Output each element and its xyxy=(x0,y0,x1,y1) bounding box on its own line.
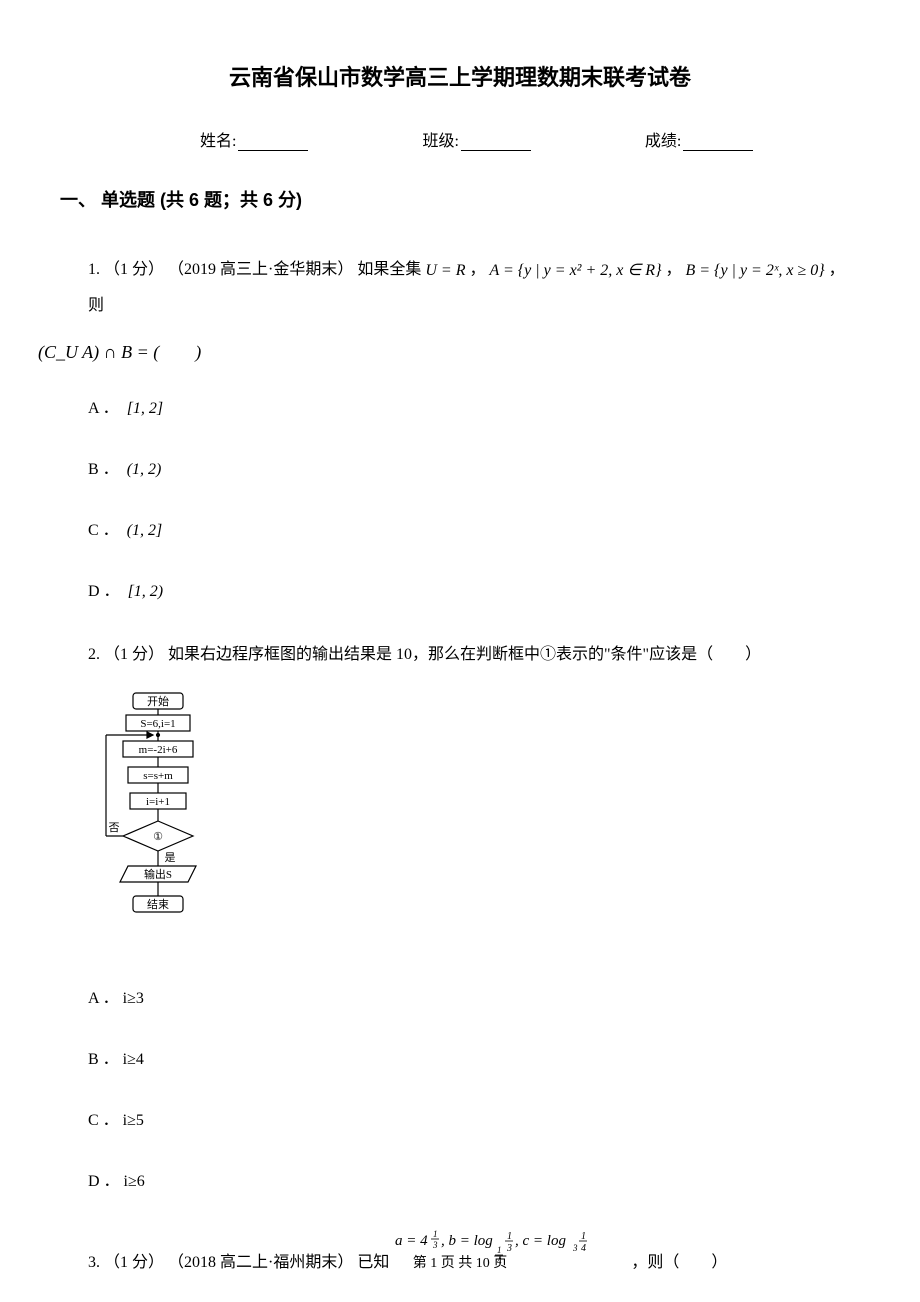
q1-sep2: ， xyxy=(665,261,685,278)
page-title: 云南省保山市数学高三上学期理数期末联考试卷 xyxy=(60,60,860,92)
name-label: 姓名: xyxy=(200,133,236,150)
flow-step2: s=s+m xyxy=(143,770,173,782)
class-blank xyxy=(461,135,531,151)
flow-output: 输出S xyxy=(144,867,172,881)
svg-text:, c = log: , c = log xyxy=(515,1233,566,1249)
svg-text:a = 4: a = 4 xyxy=(395,1233,428,1249)
name-blank xyxy=(238,135,308,151)
score-blank xyxy=(683,135,753,151)
q1-optA-math: [1, 2] xyxy=(127,391,163,426)
q1-prefix: 1. （1 分） （2019 高三上·金华期末） 如果全集 xyxy=(88,261,425,278)
q2-option-a: A ． i≥3 xyxy=(88,981,860,1016)
q1-math-b: B = {y | y = 2ˣ, x ≥ 0} xyxy=(685,253,824,288)
question-1: 1. （1 分） （2019 高三上·金华期末） 如果全集 U = R ， A … xyxy=(60,252,860,609)
flow-end: 结束 xyxy=(147,898,169,911)
score-label: 成绩: xyxy=(645,133,681,150)
q1-stem: 1. （1 分） （2019 高三上·金华期末） 如果全集 U = R ， A … xyxy=(88,252,860,373)
question-2: 2. （1 分） 如果右边程序框图的输出结果是 10，那么在判断框中①表示的"条… xyxy=(60,637,860,1199)
q1-math-u: U = R xyxy=(425,253,465,288)
q1-optC-math: (1, 2] xyxy=(127,513,163,548)
class-label: 班级: xyxy=(422,133,458,150)
flowchart-svg: 开始 S=6,i=1 m=-2i+6 s=s+m i=i+1 xyxy=(88,691,238,951)
q1-optD-math: [1, 2) xyxy=(128,574,164,609)
flow-step3: i=i+1 xyxy=(146,796,170,808)
svg-text:1: 1 xyxy=(507,1231,512,1242)
flow-step1: m=-2i+6 xyxy=(139,744,178,756)
q2-stem: 2. （1 分） 如果右边程序框图的输出结果是 10，那么在判断框中①表示的"条… xyxy=(88,637,860,672)
svg-text:1: 1 xyxy=(581,1231,586,1242)
q2-option-b: B ． i≥4 xyxy=(88,1042,860,1077)
flow-yes: 是 xyxy=(165,851,176,864)
q1-option-a: A ． [1, 2] xyxy=(88,391,860,426)
q1-optB-math: (1, 2) xyxy=(127,452,162,487)
flow-cond: ① xyxy=(153,831,163,843)
flow-init: S=6,i=1 xyxy=(140,718,175,730)
q1-optB-label: B ． xyxy=(88,452,119,487)
q1-optD-label: D ． xyxy=(88,574,120,609)
flow-start: 开始 xyxy=(147,694,169,708)
q2-option-d: D ． i≥6 xyxy=(88,1164,860,1199)
q1-math-a: A = {y | y = x² + 2, x ∈ R} xyxy=(489,253,661,288)
svg-text:3: 3 xyxy=(432,1240,438,1250)
svg-text:, b = log: , b = log xyxy=(441,1233,493,1249)
q2-options: A ． i≥3 B ． i≥4 C ． i≥5 D ． i≥6 xyxy=(88,981,860,1200)
q1-optA-label: A ． xyxy=(88,391,119,426)
q2-option-c: C ． i≥5 xyxy=(88,1103,860,1138)
q1-option-c: C ． (1, 2] xyxy=(88,513,860,548)
flow-no: 否 xyxy=(109,822,120,834)
q1-optC-label: C ． xyxy=(88,513,119,548)
page-footer: 第 1 页 共 10 页 xyxy=(0,1252,920,1272)
q1-option-d: D ． [1, 2) xyxy=(88,574,860,609)
svg-text:1: 1 xyxy=(433,1229,438,1239)
q1-option-b: B ． (1, 2) xyxy=(88,452,860,487)
q1-math-result: (C_U A) ∩ B = ( ) xyxy=(38,333,860,373)
q1-options: A ． [1, 2] B ． (1, 2) C ． (1, 2] D ． [1,… xyxy=(88,391,860,610)
flowchart: 开始 S=6,i=1 m=-2i+6 s=s+m i=i+1 xyxy=(88,691,860,951)
section-heading: 一、 单选题 (共 6 题；共 6 分) xyxy=(60,186,860,212)
q1-sep1: ， xyxy=(469,261,489,278)
header-fields: 姓名: 班级: 成绩: xyxy=(60,127,860,151)
